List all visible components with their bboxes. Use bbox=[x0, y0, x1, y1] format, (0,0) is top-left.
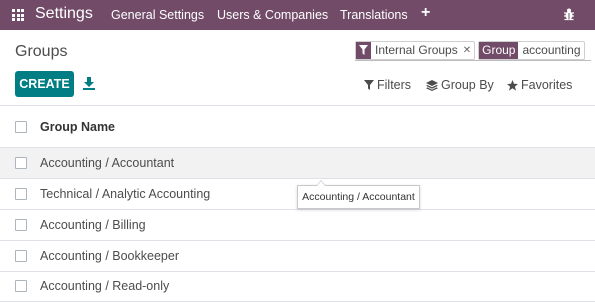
close-icon[interactable]: ✕ bbox=[461, 42, 474, 59]
facet-label: Group bbox=[479, 41, 519, 59]
table-row[interactable]: Accounting / Read-only bbox=[0, 271, 595, 302]
menu-general-settings[interactable]: General Settings bbox=[111, 8, 204, 22]
table-row[interactable]: Accounting / Accountant bbox=[0, 148, 595, 179]
group-name-cell: Technical / Analytic Accounting bbox=[40, 187, 211, 201]
favorites-button[interactable]: Favorites bbox=[507, 78, 572, 92]
app-menu-icon[interactable] bbox=[12, 9, 24, 21]
search-facet-filter: Internal Groups ✕ bbox=[355, 40, 476, 60]
row-checkbox[interactable] bbox=[15, 219, 27, 231]
create-button[interactable]: CREATE bbox=[15, 71, 74, 97]
table-row[interactable]: Accounting / Bookkeeper bbox=[0, 241, 595, 272]
page-title: Groups bbox=[15, 43, 68, 60]
bug-icon[interactable] bbox=[562, 7, 576, 21]
menu-translations[interactable]: Translations bbox=[340, 8, 408, 22]
favorites-label: Favorites bbox=[521, 78, 573, 92]
search-facet-group: Group accounting bbox=[478, 40, 585, 60]
facet-value: Internal Groups bbox=[375, 43, 458, 57]
filters-label: Filters bbox=[377, 78, 412, 92]
app-name[interactable]: Settings bbox=[35, 5, 93, 23]
search-bar[interactable]: Internal Groups ✕ Group accounting bbox=[355, 40, 591, 61]
column-header-group-name[interactable]: Group Name bbox=[40, 120, 115, 134]
group-by-label: Group By bbox=[441, 78, 494, 92]
group-by-button[interactable]: Group By bbox=[426, 78, 494, 92]
layers-icon bbox=[426, 79, 438, 91]
row-checkbox[interactable] bbox=[15, 280, 27, 292]
row-tooltip: Accounting / Accountant bbox=[297, 180, 420, 209]
filter-icon bbox=[356, 41, 371, 59]
group-name-cell: Accounting / Accountant bbox=[40, 156, 175, 170]
table-row[interactable]: Accounting / Billing bbox=[0, 210, 595, 241]
group-name-cell: Accounting / Read-only bbox=[40, 279, 170, 293]
group-name-cell: Accounting / Billing bbox=[40, 218, 146, 232]
row-checkbox[interactable] bbox=[15, 250, 27, 262]
download-icon[interactable] bbox=[82, 76, 96, 90]
select-all-checkbox[interactable] bbox=[15, 120, 27, 133]
group-name-cell: Accounting / Bookkeeper bbox=[40, 249, 179, 263]
top-navbar: Settings General Settings Users & Compan… bbox=[0, 0, 595, 30]
star-icon bbox=[507, 79, 518, 91]
facet-value: accounting bbox=[522, 43, 581, 57]
table-header: Group Name bbox=[0, 105, 595, 148]
row-checkbox[interactable] bbox=[15, 157, 27, 169]
filter-icon bbox=[364, 80, 374, 90]
menu-users-companies[interactable]: Users & Companies bbox=[217, 8, 328, 22]
plus-icon[interactable]: + bbox=[421, 4, 430, 22]
filters-button[interactable]: Filters bbox=[364, 78, 411, 92]
row-checkbox[interactable] bbox=[15, 188, 27, 200]
